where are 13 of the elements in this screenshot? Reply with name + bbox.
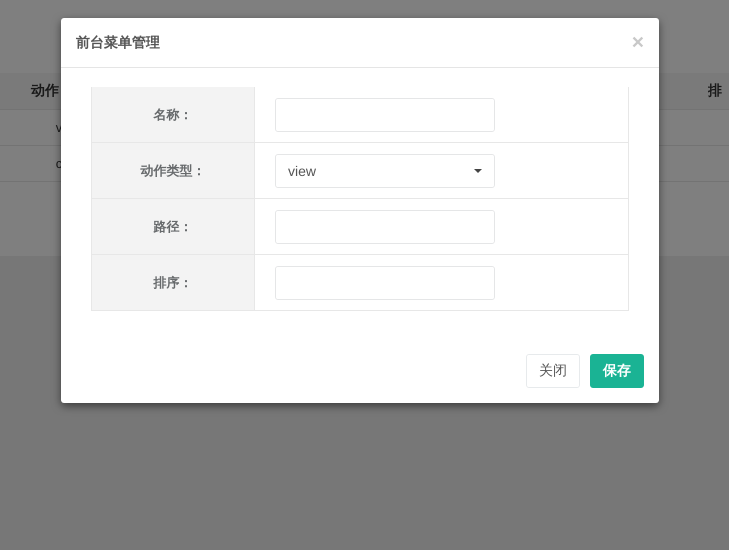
field-label: 路径： [92, 199, 255, 254]
column-header: 排 [708, 82, 723, 100]
input-field[interactable] [275, 266, 495, 300]
close-button[interactable]: 关闭 [526, 354, 580, 388]
column-header: 动作 [31, 82, 59, 100]
input-field[interactable] [275, 98, 495, 132]
select-field[interactable]: view [275, 154, 495, 188]
input-field[interactable] [275, 210, 495, 244]
field-label: 动作类型： [92, 143, 255, 198]
field-label: 名称： [92, 87, 255, 142]
caret-icon [474, 168, 482, 172]
field-label: 排序： [92, 255, 255, 310]
dialog-title: 前台菜单管理 [76, 34, 160, 52]
